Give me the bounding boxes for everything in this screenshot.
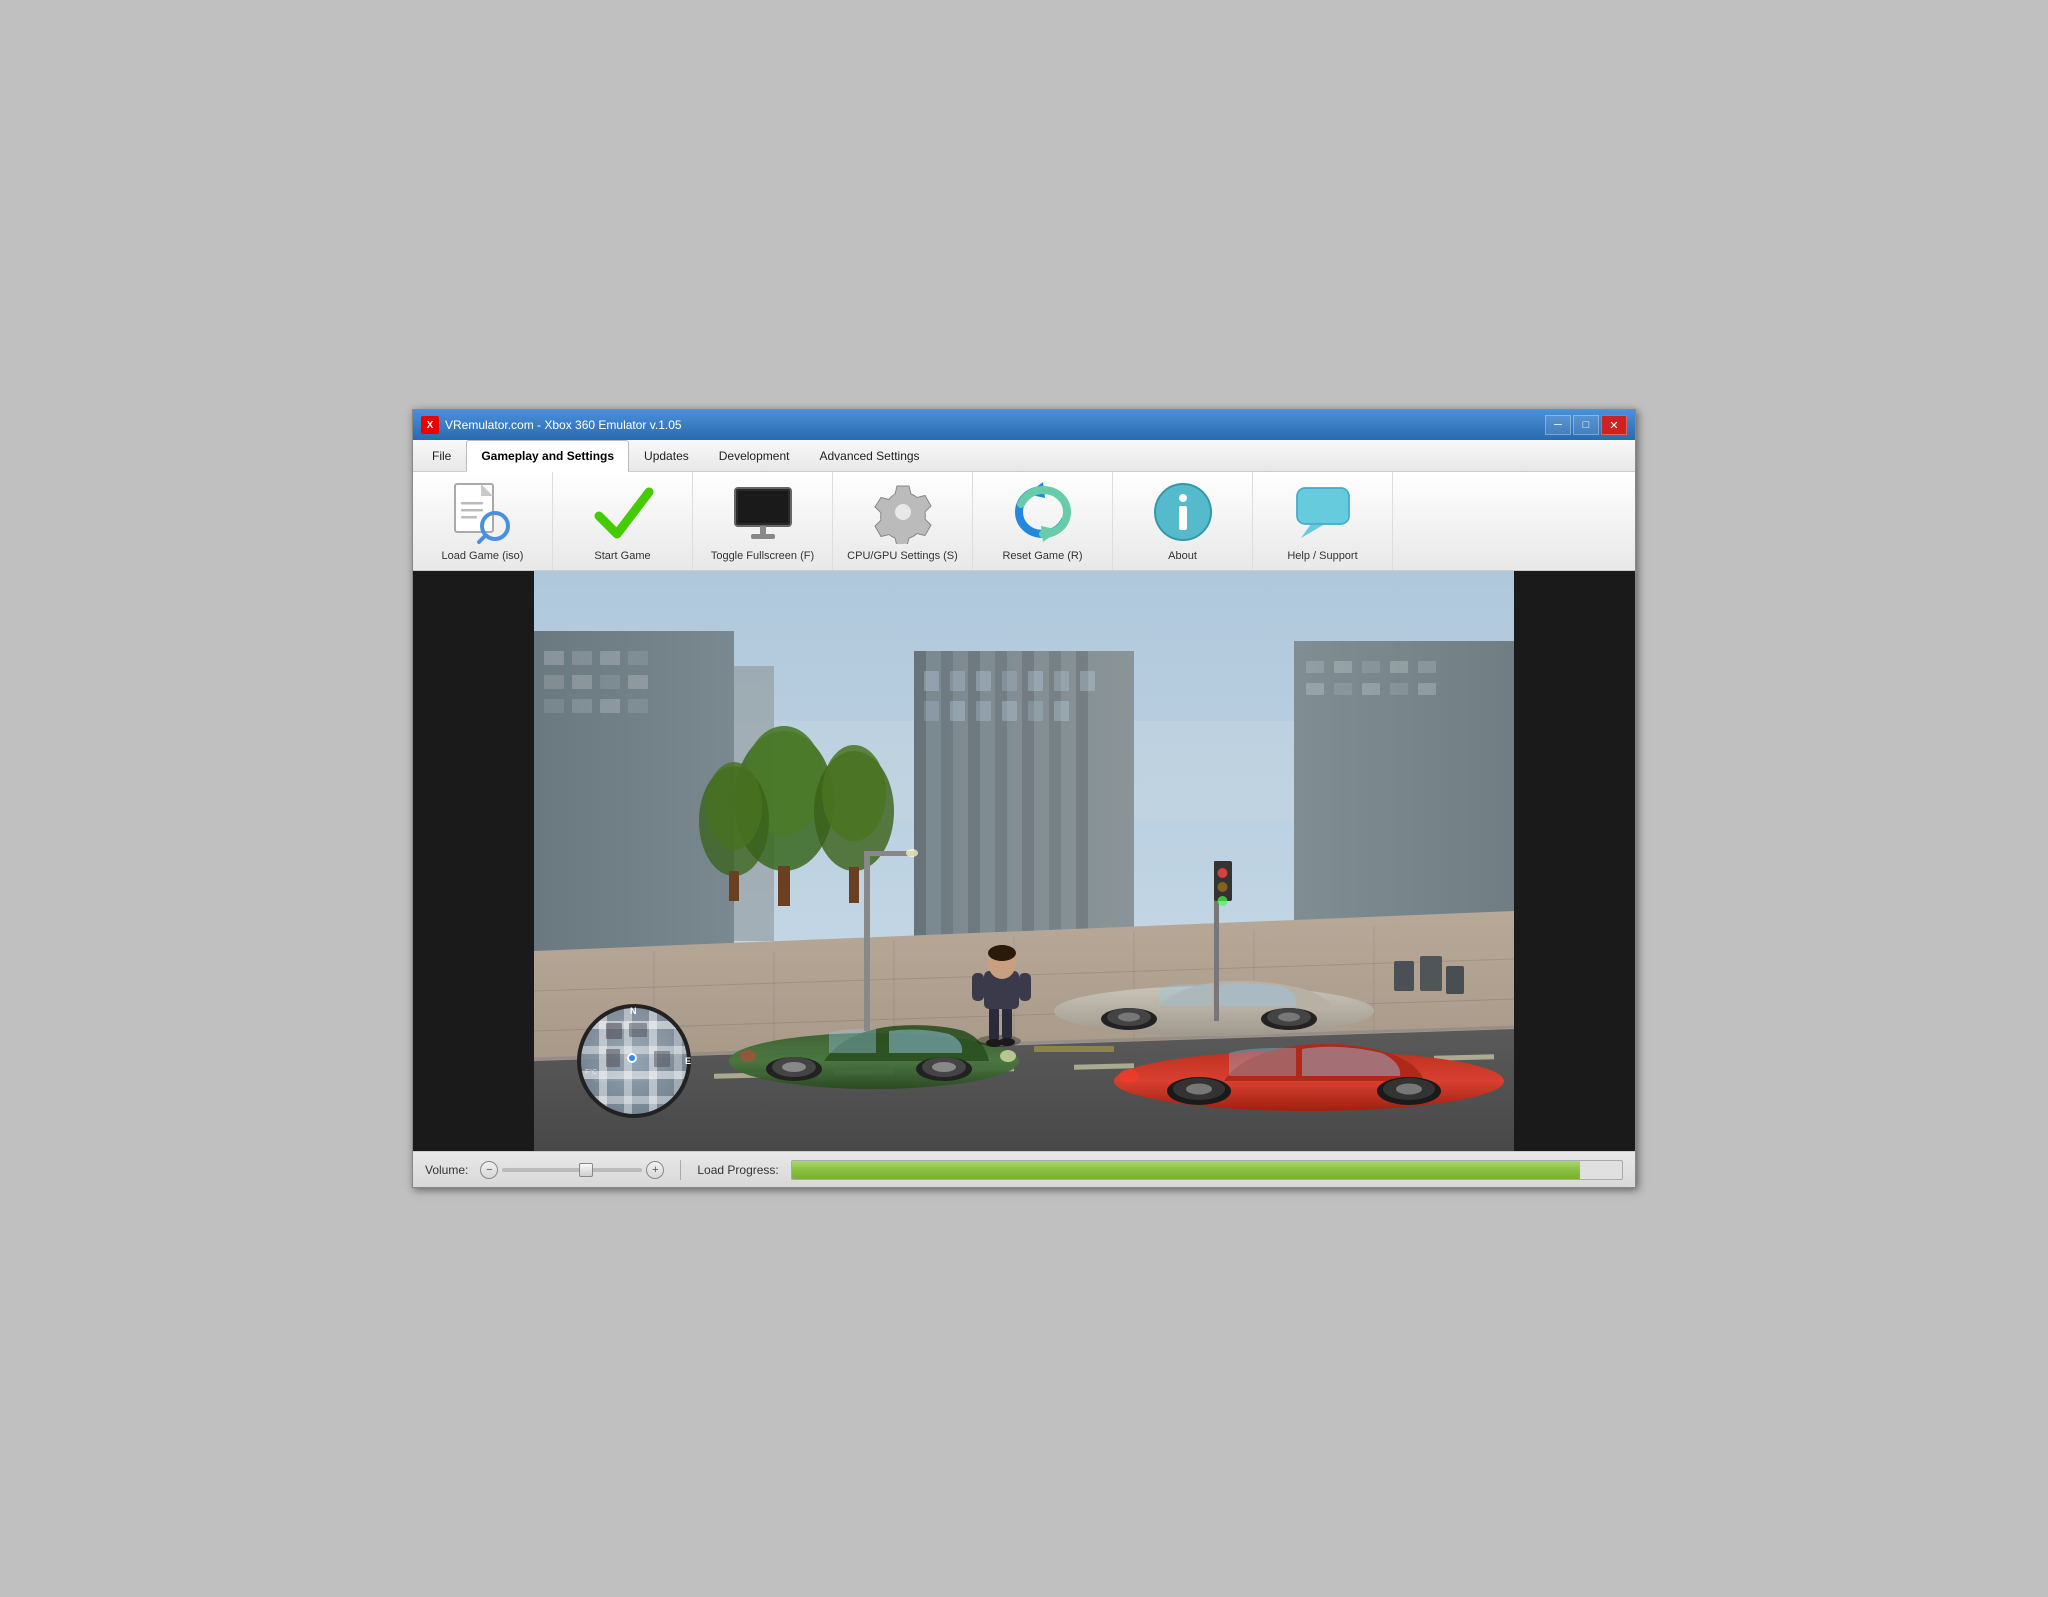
volume-track bbox=[502, 1168, 642, 1172]
chat-bubble-icon bbox=[1291, 480, 1355, 544]
toggle-fullscreen-button[interactable]: Toggle Fullscreen (F) bbox=[693, 472, 833, 570]
load-game-label: Load Game (iso) bbox=[442, 550, 524, 562]
toggle-fullscreen-label: Toggle Fullscreen (F) bbox=[711, 550, 814, 562]
app-window: X VRemulator.com - Xbox 360 Emulator v.1… bbox=[412, 409, 1636, 1188]
progress-bar-container bbox=[791, 1160, 1623, 1180]
menu-bar: File Gameplay and Settings Updates Devel… bbox=[413, 440, 1635, 472]
window-controls: ─ □ ✕ bbox=[1545, 415, 1627, 435]
volume-label: Volume: bbox=[425, 1163, 468, 1177]
toolbar: Load Game (iso) Start Game bbox=[413, 472, 1635, 571]
maximize-button[interactable]: □ bbox=[1573, 415, 1599, 435]
svg-text:F°C: F°C bbox=[585, 1068, 597, 1076]
menu-item-gameplay[interactable]: Gameplay and Settings bbox=[466, 440, 629, 472]
close-button[interactable]: ✕ bbox=[1601, 415, 1627, 435]
reset-arrows-icon bbox=[1011, 480, 1075, 544]
cpu-gpu-settings-button[interactable]: CPU/GPU Settings (S) bbox=[833, 472, 973, 570]
help-support-button[interactable]: Help / Support bbox=[1253, 472, 1393, 570]
window-title: VRemulator.com - Xbox 360 Emulator v.1.0… bbox=[445, 418, 682, 432]
cpu-gpu-settings-label: CPU/GPU Settings (S) bbox=[847, 550, 958, 562]
volume-control: − + bbox=[480, 1161, 664, 1179]
gear-icon bbox=[871, 480, 935, 544]
about-button[interactable]: About bbox=[1113, 472, 1253, 570]
status-bar: Volume: − + Load Progress: bbox=[413, 1151, 1635, 1187]
start-game-label: Start Game bbox=[594, 550, 650, 562]
minimize-button[interactable]: ─ bbox=[1545, 415, 1571, 435]
status-divider bbox=[680, 1160, 681, 1180]
reset-game-label: Reset Game (R) bbox=[1002, 550, 1082, 562]
load-game-icon bbox=[451, 480, 515, 544]
svg-text:N: N bbox=[630, 1006, 637, 1016]
volume-decrease-button[interactable]: − bbox=[480, 1161, 498, 1179]
app-icon: X bbox=[421, 416, 439, 434]
volume-thumb[interactable] bbox=[579, 1163, 593, 1177]
info-icon bbox=[1151, 480, 1215, 544]
about-label: About bbox=[1168, 550, 1197, 562]
load-game-button[interactable]: Load Game (iso) bbox=[413, 472, 553, 570]
reset-game-button[interactable]: Reset Game (R) bbox=[973, 472, 1113, 570]
help-support-label: Help / Support bbox=[1287, 550, 1357, 562]
menu-item-updates[interactable]: Updates bbox=[629, 440, 704, 471]
title-bar: X VRemulator.com - Xbox 360 Emulator v.1… bbox=[413, 410, 1635, 440]
title-bar-left: X VRemulator.com - Xbox 360 Emulator v.1… bbox=[421, 416, 682, 434]
svg-text:E: E bbox=[685, 1056, 691, 1066]
menu-item-file[interactable]: File bbox=[417, 440, 466, 471]
start-game-icon bbox=[591, 480, 655, 544]
start-game-button[interactable]: Start Game bbox=[553, 472, 693, 570]
game-scene: N E F°C bbox=[534, 571, 1514, 1151]
menu-item-advanced[interactable]: Advanced Settings bbox=[804, 440, 934, 471]
volume-slider[interactable] bbox=[502, 1168, 642, 1172]
menu-item-development[interactable]: Development bbox=[704, 440, 805, 471]
monitor-icon bbox=[731, 480, 795, 544]
progress-bar-fill bbox=[792, 1161, 1581, 1179]
volume-increase-button[interactable]: + bbox=[646, 1161, 664, 1179]
game-viewport: N E F°C bbox=[413, 571, 1635, 1151]
progress-label: Load Progress: bbox=[697, 1163, 778, 1177]
